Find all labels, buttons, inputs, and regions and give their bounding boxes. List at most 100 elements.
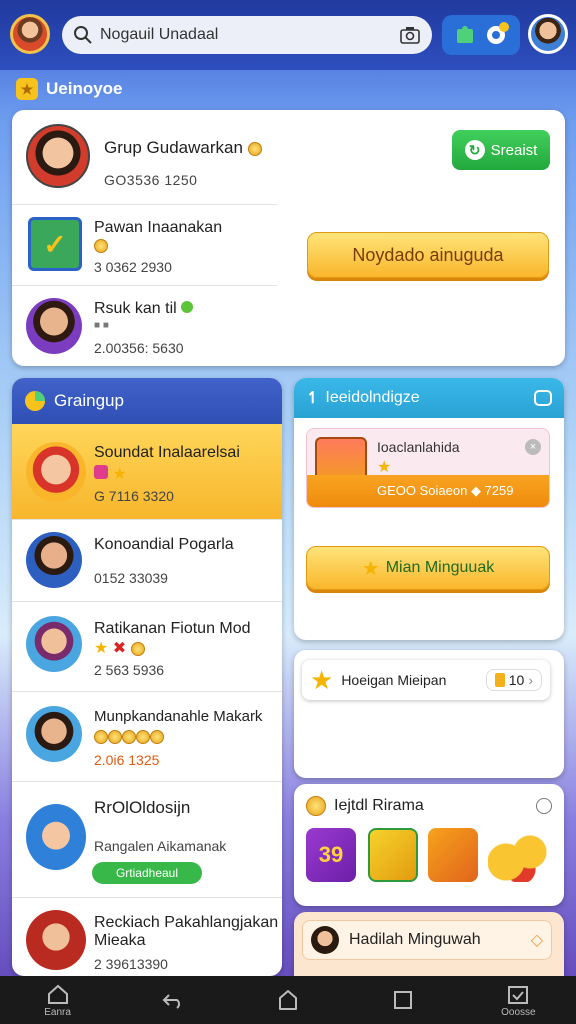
crown-icon: ★ [16, 78, 38, 100]
reward-tile[interactable] [368, 828, 418, 882]
group-title-row: Grup Gudawarkan [104, 138, 262, 158]
promo-close-icon[interactable]: × [525, 439, 541, 455]
group-code: GO3536 1250 [104, 172, 198, 188]
list-header: Graingup [12, 378, 282, 424]
top-bar: Nogauil Unadaal [0, 0, 576, 70]
star-icon: ★ [361, 557, 380, 580]
bow-icon: ✖ [112, 640, 127, 657]
section-header: ★ Ueinoyoe [16, 78, 123, 100]
item-title: Munpkandanahle Makark [94, 708, 263, 725]
coin-icon [108, 729, 122, 744]
group-list: Graingup Soundat Inalaarelsai ★ G 7116 3… [12, 378, 282, 976]
main-action-button[interactable]: ★ Mian Minguuak [306, 546, 550, 590]
item-avatar [26, 804, 86, 870]
item-title-line2: Mieaka [94, 932, 146, 949]
weekly-item-row[interactable]: ★ Hoeigan Mieipan 10 › [302, 660, 550, 700]
star-icon: ★ [377, 459, 392, 476]
right-panel-header: ↿ Ieeidolndigze [294, 378, 564, 418]
search-icon [74, 26, 92, 44]
list-item[interactable]: RrOlOldosijn Rangalen Aikamanak Grtiadhe… [12, 782, 282, 898]
group-main-button[interactable]: Noydado ainuguda [307, 232, 549, 278]
coin-icon [306, 796, 326, 816]
weekly-gift-row[interactable]: Hadilah Minguwah ◇ [302, 920, 552, 960]
search-input[interactable]: Nogauil Unadaal [100, 26, 392, 44]
row-icons: ■ ■ [94, 320, 109, 331]
camera-icon[interactable] [400, 26, 420, 44]
nav-back[interactable] [143, 989, 203, 1011]
gem-icon [94, 465, 108, 479]
group-action-button[interactable]: ↻ Sreaist [452, 130, 550, 170]
list-item[interactable]: Konoandial Pogarla 0152 33039 [12, 520, 282, 602]
row-value: 3 0362 2930 [94, 259, 172, 275]
group-row[interactable]: Rsuk kan til ■ ■ 2.00356: 5630 [12, 286, 277, 366]
coin-icon [130, 641, 145, 656]
item-title: RrOlOldosijn [94, 798, 191, 817]
group-row[interactable]: ✓ Pawan Inaanakan 3 0362 2930 [12, 205, 277, 285]
item-value: 2.0i6 1325 [94, 752, 160, 768]
chat-icon[interactable] [534, 390, 552, 406]
nav-home[interactable]: Eanra [28, 983, 88, 1018]
item-value: 0152 33039 [94, 570, 168, 586]
item-count-pill[interactable]: 10 › [485, 669, 542, 691]
rewards-title-row: Iejtdl Rirama [306, 796, 552, 816]
nav-center[interactable] [258, 988, 318, 1012]
coin-icon [150, 729, 164, 744]
badge-label: Grtiadheaul [115, 866, 179, 880]
item-icons: ★ [94, 464, 127, 484]
list-item[interactable]: Munpkandanahle Makark 2.0i6 1325 [12, 692, 282, 782]
row-icons [94, 237, 108, 255]
list-item[interactable]: Soundat Inalaarelsai ★ G 7116 3320 [12, 424, 282, 520]
right-panel: ↿ Ieeidolndigze Ioaclanlahida ★ × GEOO S… [294, 378, 564, 640]
list-item[interactable]: Ratikanan Fiotun Mod ★ ✖ 2 563 5936 [12, 602, 282, 692]
profile-avatar[interactable] [10, 14, 50, 54]
star-icon: ★ [310, 664, 334, 695]
refresh-icon: ↻ [464, 140, 485, 160]
promo-card[interactable]: Ioaclanlahida ★ × GEOO Soiaeon ◆ 7259 [306, 428, 550, 508]
back-arrow-icon [162, 994, 180, 1009]
coin-icon [122, 729, 136, 744]
weekly-gift-card: Hadilah Minguwah ◇ [294, 912, 564, 976]
bottom-nav: Eanra Ooosse [0, 976, 576, 1024]
chevron-right-icon: › [528, 672, 533, 688]
group-avatar [26, 124, 90, 188]
reward-tile[interactable]: 39 [306, 828, 356, 882]
item-badge[interactable]: Grtiadheaul [92, 862, 202, 884]
nav-right[interactable]: Ooosse [488, 983, 548, 1018]
home-button-icon [278, 990, 297, 1010]
gold-bar-icon [494, 673, 505, 687]
home-icon [47, 984, 68, 1004]
recent-apps-icon [394, 991, 413, 1009]
weekly-item-label: Hoeigan Mieipan [341, 672, 447, 688]
item-avatar [26, 532, 82, 588]
calendar-check-icon [508, 985, 529, 1004]
item-icons [94, 728, 164, 746]
list-item[interactable]: Reckiach Pakahlangjakan Mieaka 2 3961339… [12, 898, 282, 976]
weekly-gift-label: Hadilah Minguwah [349, 931, 481, 948]
item-icons: ★ ✖ [94, 638, 145, 658]
nav-right-label: Ooosse [501, 1006, 536, 1018]
item-value: G 7116 3320 [94, 488, 174, 504]
item-count: 10 [508, 672, 525, 688]
rewards-title: Iejtdl Rirama [334, 797, 424, 814]
info-circle-icon[interactable] [536, 798, 552, 814]
item-value: 2 563 5936 [94, 662, 165, 678]
section-title: Ueinoyoe [46, 79, 123, 98]
settings-gear-icon[interactable] [483, 22, 509, 48]
item-avatar [26, 442, 86, 502]
online-dot-icon [181, 301, 194, 313]
nav-recent[interactable] [373, 989, 433, 1011]
item-title: Konoandial Pogarla [94, 536, 234, 553]
user-avatar[interactable] [528, 14, 568, 54]
search-bar[interactable]: Nogauil Unadaal [62, 16, 432, 54]
puzzle-icon[interactable] [454, 24, 476, 46]
row-value: 2.00356: 5630 [94, 340, 184, 356]
top-actions [442, 15, 520, 55]
promo-price: GEOO Soiaeon ◆ 7259 [307, 475, 549, 507]
right-panel-title: Ieeidolndigze [325, 389, 420, 406]
coin-icon [136, 729, 150, 744]
star-icon: ★ [112, 466, 127, 483]
row-title: Rsuk kan til [94, 300, 177, 317]
item-subtitle: Rangalen Aikamanak [94, 838, 227, 854]
item-value: 2 39613390 [94, 956, 168, 972]
reward-tile[interactable] [428, 828, 478, 882]
